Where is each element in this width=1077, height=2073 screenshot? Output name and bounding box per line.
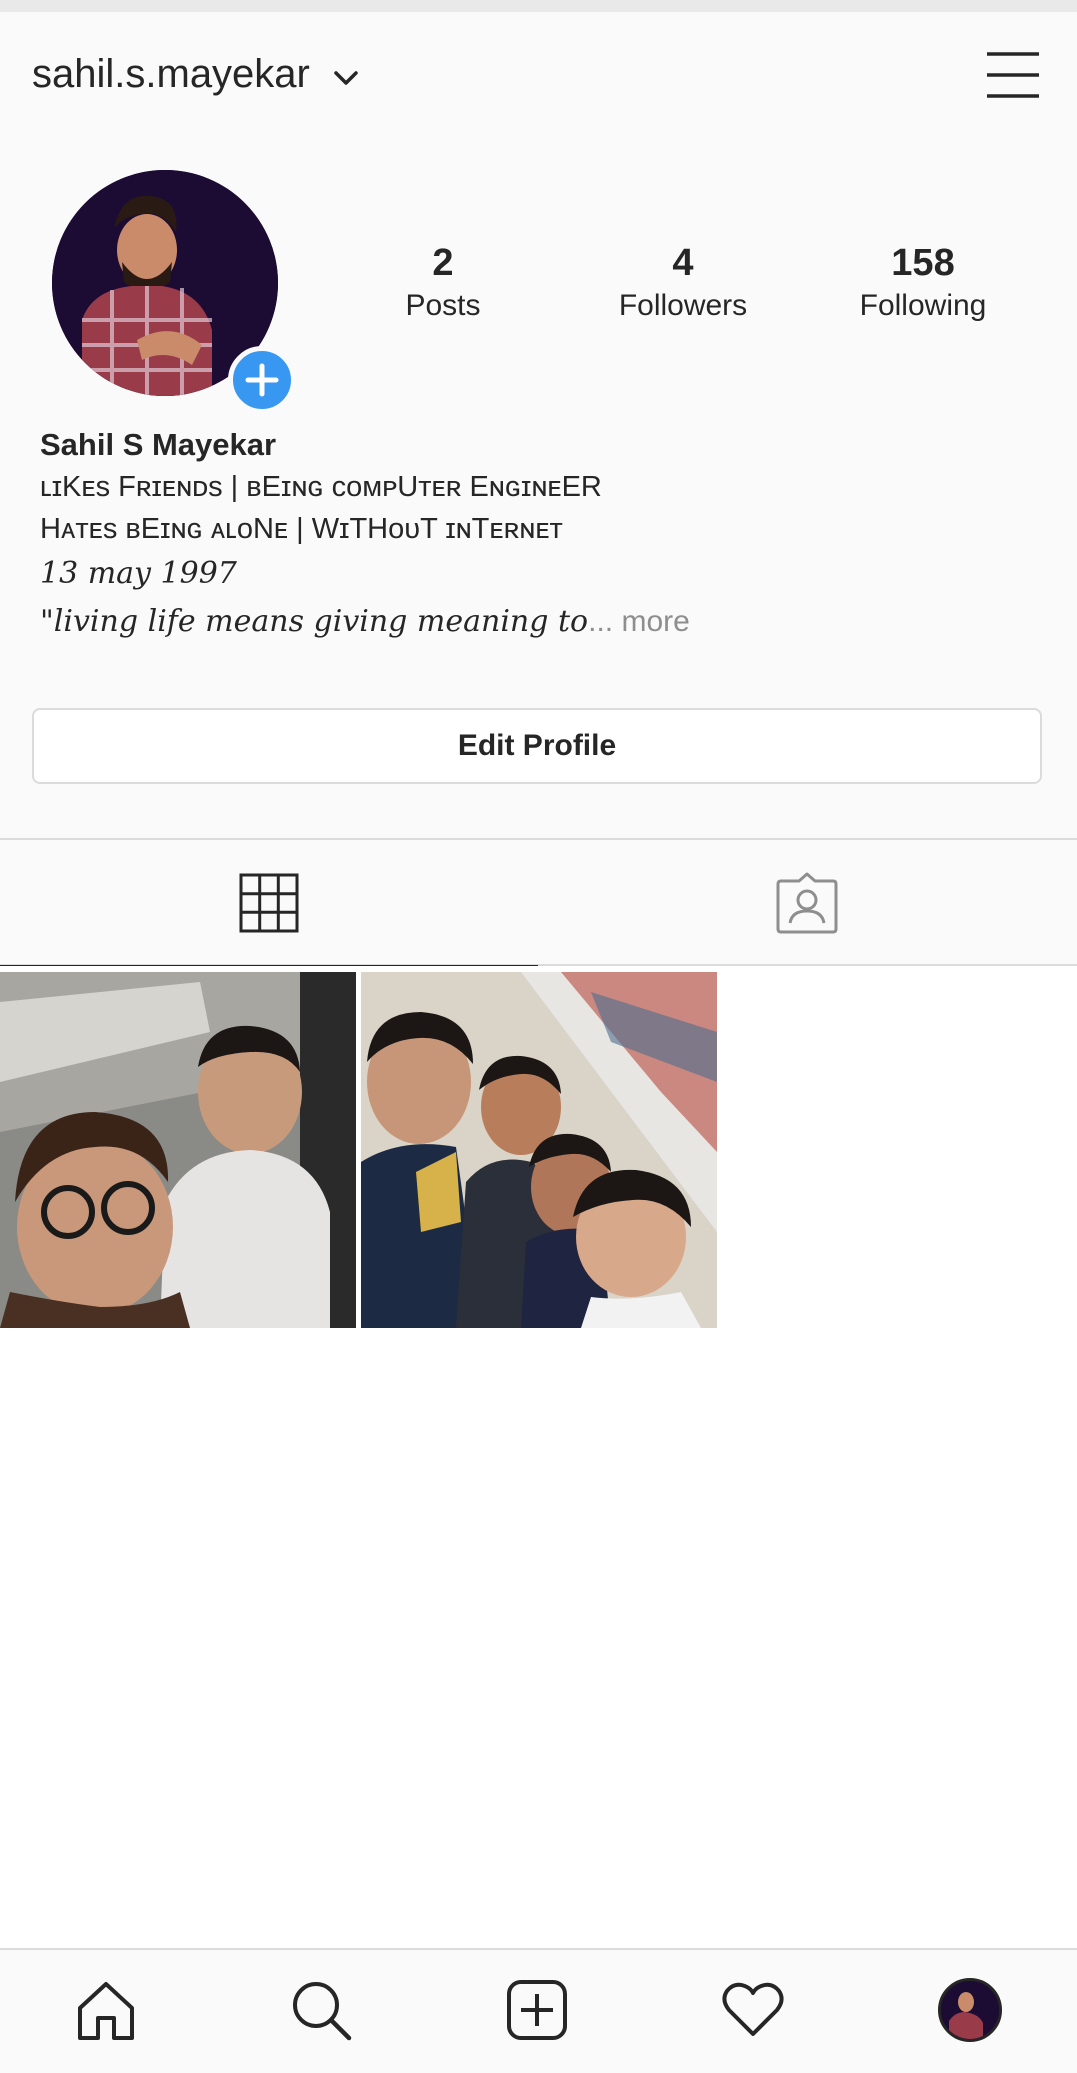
add-story-button[interactable] (228, 346, 296, 414)
bio-line-text: "living life means giving meaning to (40, 604, 589, 639)
heart-icon (722, 1982, 784, 2036)
status-bar (0, 0, 1077, 12)
grid-icon (239, 873, 299, 933)
followers-label: Followers (618, 289, 748, 322)
search-icon (293, 1982, 352, 2041)
bio-line: ʟɪKᴇs Fʀɪᴇɴᴅs | ʙEɪɴɢ ᴄᴏᴍᴘUᴛᴇʀ EɴɢɪɴᴇER (40, 471, 602, 503)
plus-icon (245, 363, 279, 397)
bio-line-truncated: "living life means giving meaning to... … (40, 598, 1040, 646)
username-title[interactable]: sahil.s.mayekar (32, 52, 310, 97)
bio-line: Hᴀᴛᴇs ʙEɪɴɢ ᴀʟᴏNᴇ | WɪTHᴏᴜT ɪɴTᴇʀɴᴇᴛ (40, 513, 563, 545)
posts-stat[interactable]: 2 Posts (343, 240, 543, 326)
posts-count: 2 (432, 242, 454, 284)
following-count: 158 (891, 242, 955, 284)
nav-home[interactable] (70, 1974, 142, 2046)
top-bar: sahil.s.mayekar (0, 12, 1077, 142)
nav-profile[interactable] (934, 1974, 1006, 2046)
following-stat[interactable]: 158 Following (823, 240, 1023, 326)
tab-tagged[interactable] (538, 840, 1076, 966)
posts-grid (0, 966, 1077, 1948)
profile-name: Sahil S Mayekar (40, 427, 277, 462)
followers-count: 4 (672, 242, 694, 284)
chevron-down-icon[interactable] (332, 68, 360, 88)
more-link[interactable]: ... more (588, 605, 690, 638)
tab-grid[interactable] (0, 840, 538, 968)
nav-search[interactable] (285, 1974, 357, 2046)
followers-stat[interactable]: 4 Followers (583, 240, 783, 326)
post-thumbnail[interactable] (361, 972, 717, 1328)
bio-line: 13 may 1997 (40, 556, 237, 591)
nav-new-post[interactable] (501, 1974, 573, 2046)
profile-tabs (0, 838, 1077, 968)
edit-profile-button[interactable]: Edit Profile (32, 708, 1042, 784)
post-thumbnail[interactable] (0, 972, 356, 1328)
add-post-icon (507, 1980, 567, 2040)
posts-label: Posts (405, 289, 481, 322)
profile-avatar-small (938, 1978, 1002, 2042)
profile-bio: Sahil S Mayekar ʟɪKᴇs Fʀɪᴇɴᴅs | ʙEɪɴɢ ᴄᴏ… (40, 424, 1040, 646)
nav-activity[interactable] (717, 1974, 789, 2046)
tagged-person-icon (776, 872, 838, 934)
hamburger-menu-icon[interactable] (985, 50, 1041, 100)
home-icon (78, 1982, 134, 2040)
bottom-nav (0, 1948, 1077, 2073)
following-label: Following (859, 289, 987, 322)
